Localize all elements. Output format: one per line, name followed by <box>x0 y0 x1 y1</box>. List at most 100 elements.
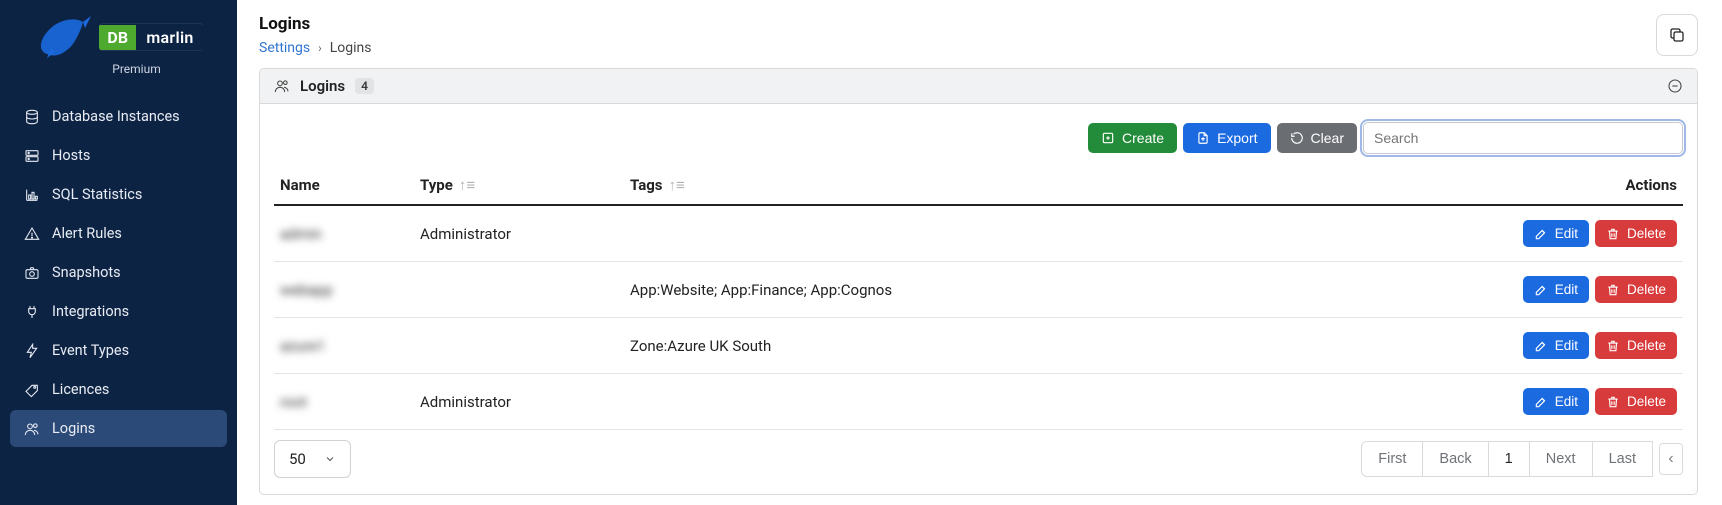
delete-button[interactable]: Delete <box>1595 388 1677 415</box>
nav-label: Snapshots <box>52 264 121 281</box>
page-last-button[interactable]: Last <box>1592 441 1653 477</box>
panel-header: Logins 4 <box>260 69 1697 104</box>
cell-type: Administrator <box>414 205 624 262</box>
plus-square-icon <box>1101 131 1115 145</box>
edit-button[interactable]: Edit <box>1523 220 1589 247</box>
sort-icon: ↑≡ <box>669 176 685 194</box>
pencil-icon <box>1534 227 1548 241</box>
table-row: rootAdministrator EditDelete <box>274 374 1683 430</box>
nav-label: Integrations <box>52 303 129 320</box>
nav-label: Logins <box>52 420 95 437</box>
nav-label: Event Types <box>52 342 129 359</box>
nav-hosts[interactable]: Hosts <box>10 137 227 174</box>
col-name[interactable]: Name <box>274 168 414 205</box>
nav-database-instances[interactable]: Database Instances <box>10 98 227 135</box>
cell-actions: EditDelete <box>1483 205 1683 262</box>
cell-name: root <box>274 374 414 430</box>
page-first-button[interactable]: First <box>1361 441 1423 477</box>
nav-licences[interactable]: Licences <box>10 371 227 408</box>
create-label: Create <box>1122 130 1164 146</box>
sidebar: DB marlin Premium Database Instances Hos… <box>0 0 237 505</box>
tag-icon <box>24 382 40 398</box>
page-title: Logins <box>259 14 371 34</box>
redacted-name: azure1 <box>280 337 325 355</box>
trash-icon <box>1606 227 1620 241</box>
cell-name: admin <box>274 205 414 262</box>
sidebar-nav: Database Instances Hosts SQL Statistics … <box>0 98 237 447</box>
brand-marlin: marlin <box>136 25 203 50</box>
main-content: Logins Settings › Logins Logins 4 Create <box>237 0 1722 505</box>
create-button[interactable]: Create <box>1088 123 1177 153</box>
logins-table: Name Type↑≡ Tags↑≡ Actions adminAdminist… <box>274 168 1683 430</box>
camera-icon <box>24 265 40 281</box>
nav-label: Database Instances <box>52 108 180 125</box>
delete-button[interactable]: Delete <box>1595 220 1677 247</box>
redacted-name: admin <box>280 225 322 243</box>
cell-actions: EditDelete <box>1483 262 1683 318</box>
brand-db: DB <box>99 25 136 50</box>
export-label: Export <box>1217 130 1257 146</box>
nav-label: Hosts <box>52 147 90 164</box>
copy-icon <box>1668 26 1686 44</box>
pencil-icon <box>1534 339 1548 353</box>
table-row: azure1Zone:Azure UK SouthEditDelete <box>274 318 1683 374</box>
delete-button[interactable]: Delete <box>1595 276 1677 303</box>
logins-panel: Logins 4 Create Export Clear N <box>259 68 1698 495</box>
alert-icon <box>24 226 40 242</box>
brand-logo[interactable]: DB marlin Premium <box>0 0 237 82</box>
edit-button[interactable]: Edit <box>1523 388 1589 415</box>
breadcrumb: Settings › Logins <box>259 40 371 56</box>
cell-tags: App:Website; App:Finance; App:Cognos <box>624 262 1483 318</box>
collapse-circle-icon[interactable] <box>1667 78 1683 94</box>
trash-icon <box>1606 395 1620 409</box>
nav-alert-rules[interactable]: Alert Rules <box>10 215 227 252</box>
clear-button[interactable]: Clear <box>1277 123 1357 153</box>
page-back-button[interactable]: Back <box>1422 441 1488 477</box>
nav-snapshots[interactable]: Snapshots <box>10 254 227 291</box>
col-tags[interactable]: Tags↑≡ <box>624 168 1483 205</box>
cell-tags: Zone:Azure UK South <box>624 318 1483 374</box>
cell-type: Administrator <box>414 374 624 430</box>
edit-button[interactable]: Edit <box>1523 332 1589 359</box>
chevron-left-icon <box>1665 453 1677 465</box>
cell-actions: EditDelete <box>1483 318 1683 374</box>
pagination: First Back 1 Next Last <box>1362 441 1683 477</box>
delete-button[interactable]: Delete <box>1595 332 1677 359</box>
cell-tags <box>624 205 1483 262</box>
nav-integrations[interactable]: Integrations <box>10 293 227 330</box>
edit-button[interactable]: Edit <box>1523 276 1589 303</box>
breadcrumb-parent[interactable]: Settings <box>259 40 310 56</box>
page-size-select[interactable]: 50 <box>274 440 351 478</box>
cell-tags <box>624 374 1483 430</box>
chevron-down-icon <box>324 453 336 465</box>
cell-type <box>414 262 624 318</box>
search-input[interactable] <box>1363 122 1683 154</box>
users-icon <box>24 421 40 437</box>
copy-button[interactable] <box>1656 14 1698 56</box>
users-icon <box>274 78 290 94</box>
cell-name: webapp <box>274 262 414 318</box>
toolbar: Create Export Clear <box>260 104 1697 162</box>
lightning-icon <box>24 343 40 359</box>
trash-icon <box>1606 339 1620 353</box>
nav-event-types[interactable]: Event Types <box>10 332 227 369</box>
database-icon <box>24 109 40 125</box>
page-size-value: 50 <box>289 450 306 468</box>
nav-logins[interactable]: Logins <box>10 410 227 447</box>
bar-chart-icon <box>24 187 40 203</box>
page-current[interactable]: 1 <box>1488 441 1530 477</box>
redacted-name: webapp <box>280 281 333 299</box>
nav-sql-statistics[interactable]: SQL Statistics <box>10 176 227 213</box>
breadcrumb-current: Logins <box>330 40 372 56</box>
nav-label: SQL Statistics <box>52 186 142 203</box>
export-button[interactable]: Export <box>1183 123 1270 153</box>
brand-tier: Premium <box>112 62 160 76</box>
panel-title: Logins <box>300 77 345 95</box>
marlin-fish-icon <box>33 14 93 60</box>
server-icon <box>24 148 40 164</box>
page-next-button[interactable]: Next <box>1529 441 1593 477</box>
collapse-right-button[interactable] <box>1659 443 1683 475</box>
table-row: webapp App:Website; App:Finance; App:Cogn… <box>274 262 1683 318</box>
cell-type <box>414 318 624 374</box>
col-type[interactable]: Type↑≡ <box>414 168 624 205</box>
